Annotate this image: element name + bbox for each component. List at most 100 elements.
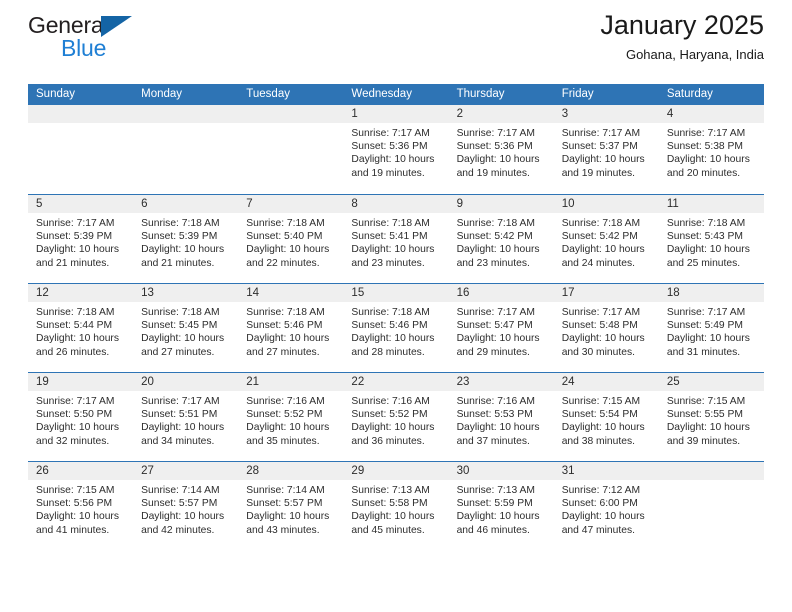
day-number: 31 — [561, 465, 575, 477]
sunrise-text: Sunrise: 7:17 AM — [456, 307, 535, 318]
day-cell[interactable]: 14 Sunrise: 7:18 AM Sunset: 5:46 PM Dayligh… — [238, 284, 344, 372]
daylight-text-line2: and 22 minutes. — [246, 257, 320, 269]
day-number-band: 6 — [133, 195, 239, 213]
sunrise-text: Sunrise: 7:17 AM — [36, 218, 115, 229]
day-cell[interactable]: 11 Sunrise: 7:18 AM Sunset: 5:43 PM Dayligh… — [658, 195, 764, 283]
day-number-band: 29 — [343, 462, 449, 480]
day-cell[interactable]: 21 Sunrise: 7:16 AM Sunset: 5:52 PM Dayligh… — [238, 373, 344, 461]
day-cell[interactable]: 13 Sunrise: 7:18 AM Sunset: 5:45 PM Dayligh… — [133, 284, 239, 372]
daylight-text-line1: Daylight: 10 hours — [456, 422, 540, 434]
day-details: Sunrise: 7:16 AM Sunset: 5:53 PM Daylight:… — [449, 391, 554, 448]
day-number-band: 7 — [238, 195, 344, 213]
daylight-text-line1: Daylight: 10 hours — [666, 422, 750, 434]
calendar-week-row: 19 Sunrise: 7:17 AM Sunset: 5:50 PM Dayligh… — [28, 372, 764, 461]
weekday-header-thursday: Thursday — [456, 88, 505, 100]
daylight-text-line1: Daylight: 10 hours — [561, 511, 645, 523]
day-cell[interactable]: 25 Sunrise: 7:15 AM Sunset: 5:55 PM Dayligh… — [658, 373, 764, 461]
daylight-text-line1: Daylight: 10 hours — [351, 511, 435, 523]
day-cell[interactable]: 19 Sunrise: 7:17 AM Sunset: 5:50 PM Dayligh… — [28, 373, 134, 461]
calendar-page: General Blue January 2025 Gohana, Haryan… — [0, 0, 792, 612]
day-cell[interactable]: 29 Sunrise: 7:13 AM Sunset: 5:58 PM Dayligh… — [343, 462, 449, 550]
day-number: 30 — [456, 465, 470, 477]
day-cell-empty — [133, 105, 239, 194]
day-cell[interactable]: 9 Sunrise: 7:18 AM Sunset: 5:42 PM Daylight… — [448, 195, 554, 283]
sunset-text: Sunset: 6:00 PM — [561, 498, 638, 510]
day-number: 9 — [456, 198, 463, 210]
daylight-text-line2: and 26 minutes. — [36, 346, 110, 358]
day-number: 19 — [36, 376, 49, 388]
daylight-text-line1: Daylight: 10 hours — [141, 511, 225, 523]
day-number: 3 — [561, 108, 569, 120]
daylight-text-line2: and 43 minutes. — [246, 524, 320, 536]
day-cell[interactable]: 27 Sunrise: 7:14 AM Sunset: 5:57 PM Dayligh… — [133, 462, 239, 550]
day-cell[interactable]: 15 Sunrise: 7:18 AM Sunset: 5:46 PM Dayligh… — [343, 284, 449, 372]
daylight-text-line2: and 27 minutes. — [246, 346, 320, 358]
day-cell[interactable]: 6 Sunrise: 7:18 AM Sunset: 5:39 PM Daylight… — [133, 195, 239, 283]
sunrise-text: Sunrise: 7:16 AM — [246, 396, 325, 407]
sunrise-text: Sunrise: 7:18 AM — [456, 218, 535, 229]
day-number-band: 31 — [553, 462, 659, 480]
day-cell[interactable]: 16 Sunrise: 7:17 AM Sunset: 5:47 PM Dayligh… — [448, 284, 554, 372]
day-number-band — [133, 105, 239, 123]
day-details: Sunrise: 7:17 AM Sunset: 5:50 PM Daylight:… — [28, 391, 133, 448]
day-cell[interactable]: 20 Sunrise: 7:17 AM Sunset: 5:51 PM Dayligh… — [133, 373, 239, 461]
daylight-text-line1: Daylight: 10 hours — [666, 154, 750, 166]
day-number: 24 — [561, 376, 575, 388]
day-details: Sunrise: 7:18 AM Sunset: 5:40 PM Daylight:… — [238, 213, 343, 270]
page-header: General Blue January 2025 Gohana, Haryan… — [28, 0, 764, 76]
daylight-text-line2: and 27 minutes. — [141, 346, 215, 358]
sunrise-text: Sunrise: 7:18 AM — [141, 307, 220, 318]
day-number-band: 10 — [553, 195, 659, 213]
day-cell[interactable]: 18 Sunrise: 7:17 AM Sunset: 5:49 PM Dayligh… — [658, 284, 764, 372]
sunset-text: Sunset: 5:39 PM — [36, 231, 113, 243]
day-cell[interactable]: 17 Sunrise: 7:17 AM Sunset: 5:48 PM Dayligh… — [553, 284, 659, 372]
day-details: Sunrise: 7:17 AM Sunset: 5:38 PM Daylight:… — [659, 123, 764, 180]
sunrise-text: Sunrise: 7:18 AM — [141, 218, 220, 229]
day-number: 18 — [666, 287, 680, 299]
sunrise-text: Sunrise: 7:17 AM — [561, 307, 641, 318]
day-cell[interactable]: 30 Sunrise: 7:13 AM Sunset: 5:59 PM Dayligh… — [448, 462, 554, 550]
sunset-text: Sunset: 5:49 PM — [666, 320, 743, 332]
day-details: Sunrise: 7:17 AM Sunset: 5:39 PM Daylight:… — [28, 213, 133, 270]
daylight-text-line1: Daylight: 10 hours — [456, 154, 540, 166]
day-details: Sunrise: 7:16 AM Sunset: 5:52 PM Daylight:… — [343, 391, 448, 448]
daylight-text-line2: and 31 minutes. — [666, 346, 741, 358]
general-blue-logo[interactable]: General Blue — [28, 12, 148, 68]
day-cell[interactable]: 2 Sunrise: 7:17 AM Sunset: 5:36 PM Daylight… — [448, 105, 554, 194]
daylight-text-line2: and 42 minutes. — [141, 524, 215, 536]
sunrise-text: Sunrise: 7:18 AM — [666, 218, 746, 229]
day-number-band: 2 — [448, 105, 554, 123]
sunset-text: Sunset: 5:36 PM — [456, 141, 533, 153]
day-cell[interactable]: 7 Sunrise: 7:18 AM Sunset: 5:40 PM Daylight… — [238, 195, 344, 283]
day-cell[interactable]: 3 Sunrise: 7:17 AM Sunset: 5:37 PM Daylight… — [553, 105, 659, 194]
day-cell[interactable]: 5 Sunrise: 7:17 AM Sunset: 5:39 PM Daylight… — [28, 195, 134, 283]
daylight-text-line2: and 37 minutes. — [456, 435, 530, 447]
day-cell[interactable]: 24 Sunrise: 7:15 AM Sunset: 5:54 PM Dayligh… — [553, 373, 659, 461]
day-cell[interactable]: 26 Sunrise: 7:15 AM Sunset: 5:56 PM Dayligh… — [28, 462, 134, 550]
sunset-text: Sunset: 5:53 PM — [456, 409, 533, 421]
daylight-text-line1: Daylight: 10 hours — [351, 333, 435, 345]
daylight-text-line2: and 23 minutes. — [351, 257, 425, 269]
sunset-text: Sunset: 5:48 PM — [561, 320, 638, 332]
day-cell[interactable]: 22 Sunrise: 7:16 AM Sunset: 5:52 PM Dayligh… — [343, 373, 449, 461]
daylight-text-line2: and 25 minutes. — [666, 257, 741, 269]
sunrise-text: Sunrise: 7:15 AM — [36, 485, 115, 496]
day-cell[interactable]: 1 Sunrise: 7:17 AM Sunset: 5:36 PM Daylight… — [343, 105, 449, 194]
daylight-text-line1: Daylight: 10 hours — [141, 333, 225, 345]
day-cell[interactable]: 12 Sunrise: 7:18 AM Sunset: 5:44 PM Dayligh… — [28, 284, 134, 372]
day-cell[interactable]: 28 Sunrise: 7:14 AM Sunset: 5:57 PM Dayligh… — [238, 462, 344, 550]
sunset-text: Sunset: 5:54 PM — [561, 409, 638, 421]
day-cell[interactable]: 23 Sunrise: 7:16 AM Sunset: 5:53 PM Dayligh… — [448, 373, 554, 461]
day-details: Sunrise: 7:14 AM Sunset: 5:57 PM Daylight:… — [238, 480, 343, 537]
day-cell[interactable]: 4 Sunrise: 7:17 AM Sunset: 5:38 PM Daylight… — [658, 105, 764, 194]
sunrise-text: Sunrise: 7:16 AM — [351, 396, 430, 407]
sunset-text: Sunset: 5:38 PM — [666, 141, 743, 153]
day-details: Sunrise: 7:13 AM Sunset: 5:58 PM Daylight:… — [343, 480, 448, 537]
day-cell[interactable]: 31 Sunrise: 7:12 AM Sunset: 6:00 PM Dayligh… — [553, 462, 659, 550]
day-cell[interactable]: 8 Sunrise: 7:18 AM Sunset: 5:41 PM Daylight… — [343, 195, 449, 283]
day-number-band: 22 — [343, 373, 449, 391]
day-cell-empty — [238, 105, 344, 194]
day-details: Sunrise: 7:17 AM Sunset: 5:51 PM Daylight:… — [133, 391, 238, 448]
day-cell[interactable]: 10 Sunrise: 7:18 AM Sunset: 5:42 PM Dayligh… — [553, 195, 659, 283]
daylight-text-line1: Daylight: 10 hours — [561, 422, 645, 434]
